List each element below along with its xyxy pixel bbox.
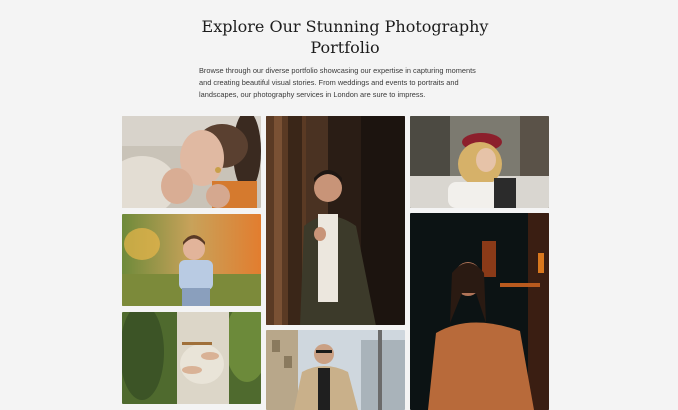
gallery-photo-woman-reclining[interactable]	[122, 116, 261, 208]
gallery-photo-man-doorway[interactable]	[266, 116, 405, 325]
gallery-photo-pregnant-woman[interactable]	[122, 312, 261, 404]
gallery-photo-woman-red-beret[interactable]	[410, 116, 549, 208]
pregnant-woman-photo	[122, 312, 261, 404]
woman-night-photo	[410, 213, 549, 410]
gallery-photo-woman-night[interactable]	[410, 213, 549, 410]
man-street-photo	[266, 330, 405, 410]
page-description: Browse through our diverse portfolio sho…	[199, 66, 476, 100]
gallery-photo-man-street[interactable]	[266, 330, 405, 410]
man-doorway-photo	[266, 116, 405, 325]
gallery-photo-boy-field[interactable]	[122, 214, 261, 306]
boy-field-photo	[122, 214, 261, 306]
woman-red-beret-photo	[410, 116, 549, 208]
woman-reclining-photo	[122, 116, 261, 208]
page-title: Explore Our Stunning Photography Portfol…	[201, 17, 489, 57]
